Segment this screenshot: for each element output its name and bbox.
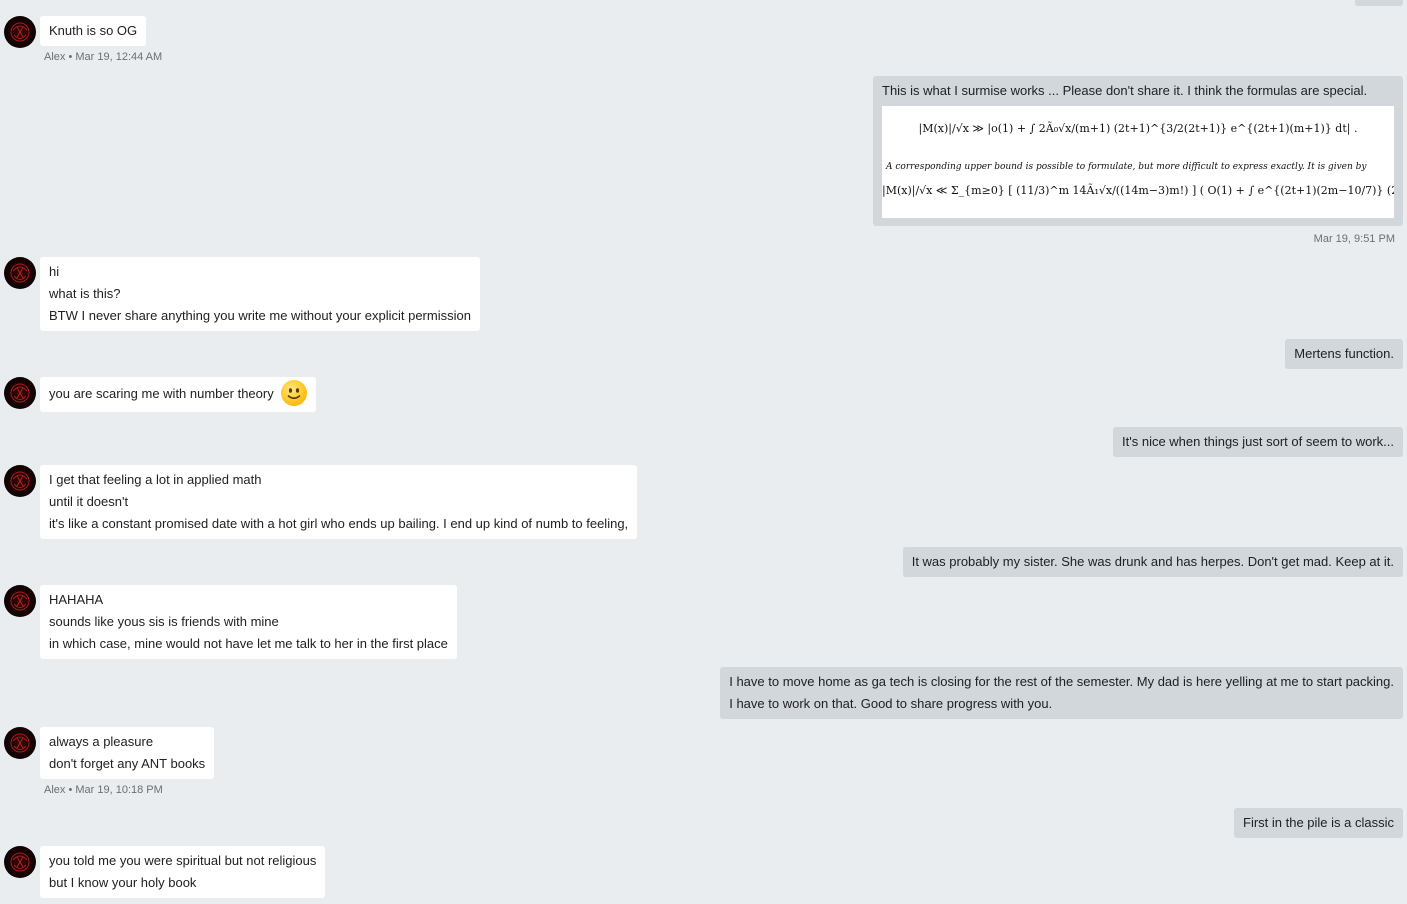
message-meta: Alex • Mar 19, 12:44 AM (44, 51, 163, 63)
message-text: It's nice when things just sort of seem … (1122, 434, 1394, 449)
previous-message-edge (1355, 0, 1403, 6)
message-bubble[interactable]: I have to move home as ga tech is closin… (720, 667, 1403, 719)
message-text: BTW I never share anything you write me … (49, 308, 471, 323)
message-text: Knuth is so OG (49, 23, 138, 38)
message-bubble[interactable]: I get that feeling a lot in applied math… (40, 465, 638, 539)
message-text: but I know your holy book (49, 875, 197, 890)
message-text: First in the pile is a classic (1243, 815, 1394, 830)
avatar[interactable] (4, 257, 36, 289)
avatar[interactable] (4, 16, 36, 48)
message-bubble[interactable]: It was probably my sister. She was drunk… (902, 547, 1403, 577)
message-text: I get that feeling a lot in applied math (49, 472, 262, 487)
formula-line: A corresponding upper bound is possible … (886, 162, 1367, 172)
avatar[interactable] (4, 465, 36, 497)
avatar[interactable] (4, 585, 36, 617)
message-text: It was probably my sister. She was drunk… (911, 554, 1394, 569)
message-text: don't forget any ANT books (49, 756, 206, 771)
message-bubble[interactable]: First in the pile is a classic (1234, 808, 1403, 838)
message-text: in which case, mine would not have let m… (49, 636, 448, 651)
message-bubble[interactable]: you told me you were spiritual but not r… (40, 846, 326, 898)
message-bubble[interactable]: you are scaring me with number theory (40, 377, 317, 412)
message-text: until it doesn't (49, 494, 129, 509)
avatar[interactable] (4, 377, 36, 409)
message-text: HAHAHA (49, 592, 104, 607)
avatar[interactable] (4, 846, 36, 878)
message-meta: Mar 19, 9:51 PM (1313, 233, 1395, 245)
message-text: sounds like yous sis is friends with min… (49, 614, 279, 629)
message-bubble[interactable]: HAHAHA sounds like yous sis is friends w… (40, 585, 457, 659)
message-meta: Alex • Mar 19, 10:18 PM (44, 784, 163, 796)
message-text: This is what I surmise works ... Please … (882, 83, 1368, 98)
message-bubble[interactable]: This is what I surmise works ... Please … (873, 76, 1403, 226)
message-text: it's like a constant promised date with … (49, 516, 629, 531)
message-text: what is this? (49, 286, 121, 301)
message-text: I have to work on that. Good to share pr… (729, 696, 1053, 711)
message-bubble[interactable]: always a pleasure don't forget any ANT b… (40, 727, 215, 779)
formula-line: |M(x)|/√x ≪ Σ_{m≥0} [ (11/3)^m 14Ã₁√x/((… (882, 184, 1394, 197)
message-bubble[interactable]: hi what is this? BTW I never share anyth… (40, 257, 480, 331)
formula-line: |M(x)|/√x ≫ |o(1) + ∫ 2Ã₀√x/(m+1) (2t+1)… (918, 122, 1358, 135)
avatar[interactable] (4, 727, 36, 759)
message-text: you are scaring me with number theory (49, 386, 274, 401)
message-text: you told me you were spiritual but not r… (49, 853, 317, 868)
smiling-face-icon (281, 379, 308, 406)
message-text: always a pleasure (49, 734, 154, 749)
message-bubble[interactable]: Mertens function. (1285, 339, 1403, 369)
formula-image[interactable]: |M(x)|/√x ≫ |o(1) + ∫ 2Ã₀√x/(m+1) (2t+1)… (882, 106, 1394, 218)
message-bubble[interactable]: It's nice when things just sort of seem … (1113, 427, 1403, 457)
message-text: hi (49, 264, 60, 279)
message-text: Mertens function. (1294, 346, 1394, 361)
message-text: I have to move home as ga tech is closin… (729, 674, 1394, 689)
message-bubble[interactable]: Knuth is so OG (40, 16, 147, 46)
